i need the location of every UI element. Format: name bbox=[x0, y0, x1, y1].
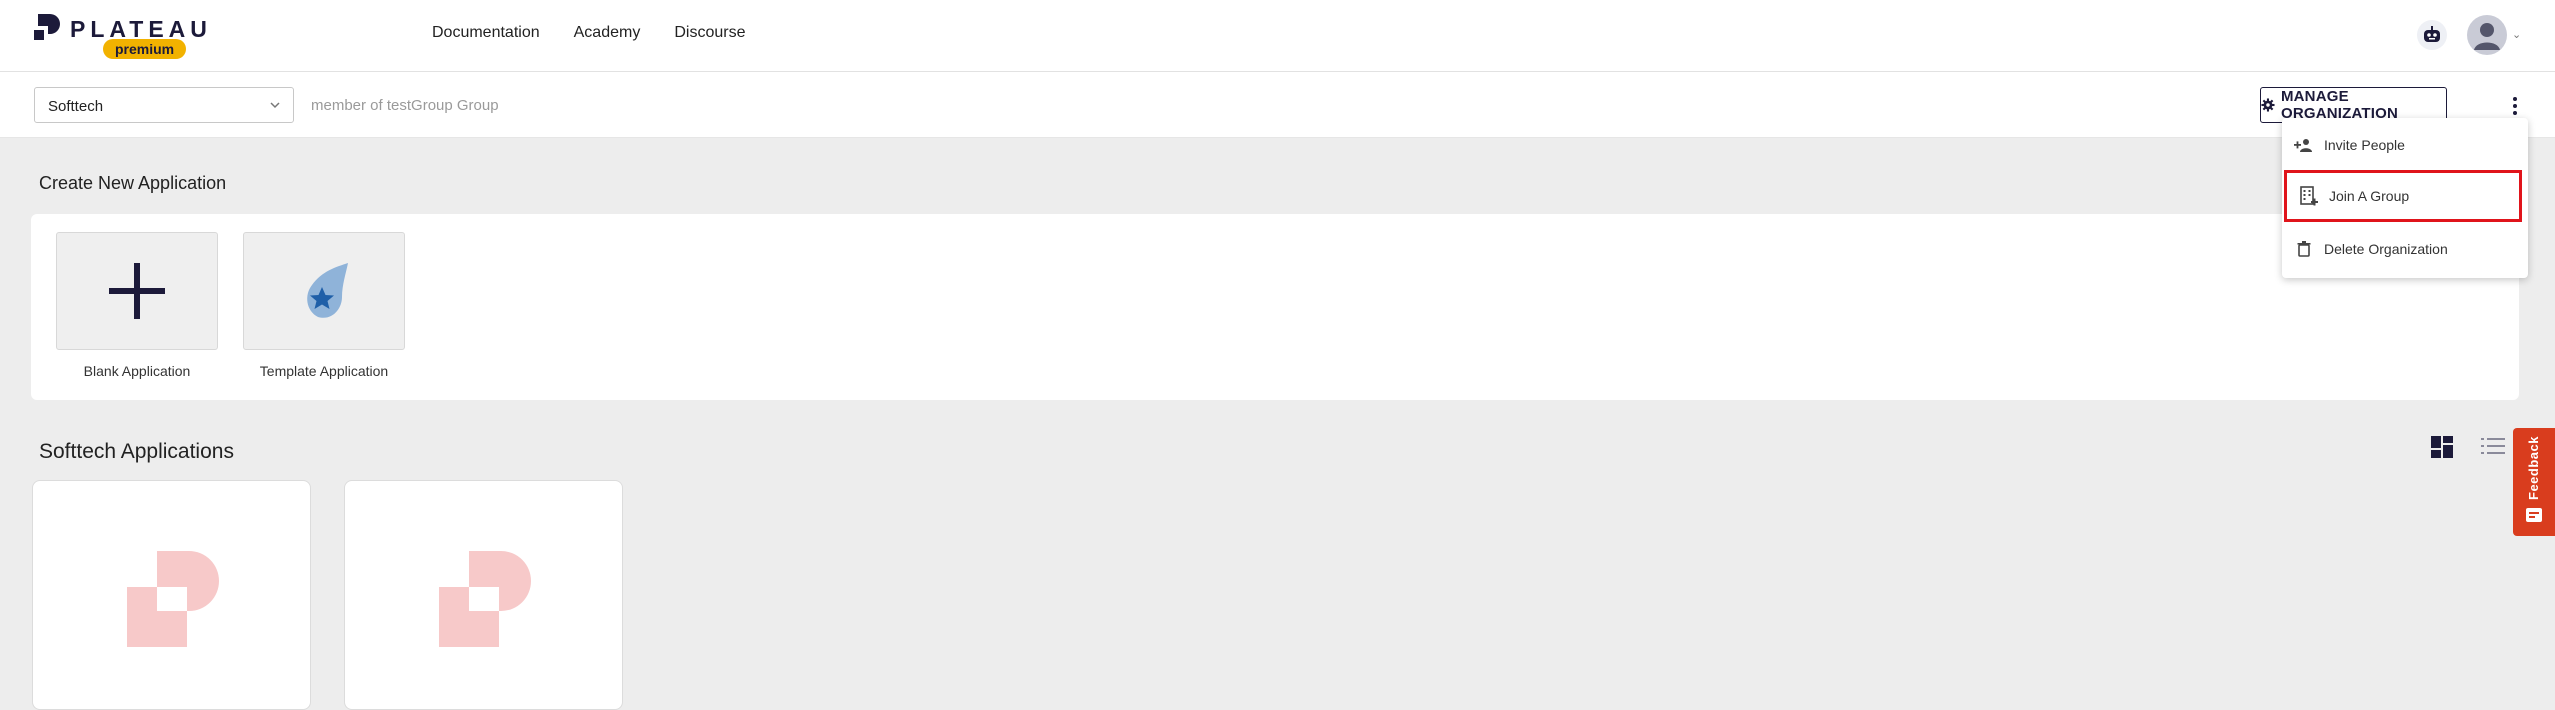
organization-bar: Softtech member of testGroup Group MANAG… bbox=[0, 72, 2555, 138]
list-view-icon[interactable] bbox=[2480, 435, 2506, 457]
robot-icon bbox=[2424, 26, 2440, 42]
plus-icon bbox=[109, 263, 165, 319]
nav-discourse[interactable]: Discourse bbox=[674, 24, 745, 42]
application-card[interactable] bbox=[32, 480, 311, 710]
more-options-icon[interactable] bbox=[2508, 94, 2522, 118]
nav-academy[interactable]: Academy bbox=[574, 24, 641, 42]
premium-badge: premium bbox=[103, 39, 187, 59]
create-section-title: Create New Application bbox=[39, 173, 227, 193]
nav-documentation[interactable]: Documentation bbox=[432, 24, 540, 42]
feedback-tab[interactable]: Feedback bbox=[2513, 428, 2555, 536]
feedback-icon bbox=[2526, 508, 2542, 522]
create-application-panel: Blank Application Template Application bbox=[31, 214, 2519, 400]
membership-text: member of testGroup Group bbox=[311, 97, 499, 114]
organization-select[interactable]: Softtech bbox=[34, 87, 294, 123]
gear-icon bbox=[2261, 98, 2275, 112]
main-nav: Documentation Academy Discourse bbox=[432, 24, 745, 42]
building-add-icon bbox=[2300, 186, 2318, 206]
assistant-bot-button[interactable] bbox=[2417, 20, 2447, 50]
grid-view-icon[interactable] bbox=[2430, 435, 2454, 459]
template-application-tile[interactable] bbox=[243, 232, 405, 350]
trash-icon bbox=[2297, 241, 2311, 257]
add-people-icon bbox=[2294, 139, 2312, 152]
organization-options-menu: Invite People Join A Group Delete Organi… bbox=[2282, 118, 2528, 278]
manage-organization-label: MANAGE ORGANIZATION bbox=[2280, 88, 2399, 122]
applications-section-title: Softtech Applications bbox=[39, 440, 234, 463]
plateau-logo[interactable]: PLATEAU premium bbox=[34, 12, 207, 62]
user-avatar-icon bbox=[2474, 23, 2500, 50]
menu-item-label: Delete Organization bbox=[2324, 241, 2448, 257]
application-logo-icon bbox=[127, 551, 219, 647]
blank-application-tile[interactable] bbox=[56, 232, 218, 350]
menu-item-label: Join A Group bbox=[2329, 188, 2410, 204]
chevron-down-icon bbox=[270, 102, 280, 109]
star-flame-icon bbox=[307, 263, 348, 318]
top-navigation-bar: PLATEAU premium Documentation Academy Di… bbox=[0, 0, 2555, 72]
plateau-logo-mark-icon bbox=[34, 14, 60, 40]
template-application-label: Template Application bbox=[259, 363, 389, 379]
application-card[interactable] bbox=[344, 480, 623, 710]
menu-item-join-group[interactable]: Join A Group bbox=[2284, 170, 2522, 222]
menu-item-delete-organization[interactable]: Delete Organization bbox=[2282, 227, 2528, 271]
application-logo-icon bbox=[439, 551, 531, 647]
menu-item-invite-people[interactable]: Invite People bbox=[2282, 123, 2528, 167]
avatar-chevron-down-icon[interactable]: ⌄ bbox=[2512, 28, 2521, 41]
menu-item-label: Invite People bbox=[2324, 137, 2405, 153]
organization-select-value: Softtech bbox=[48, 98, 104, 115]
user-avatar[interactable] bbox=[2467, 15, 2507, 55]
feedback-label: Feedback bbox=[2526, 436, 2541, 500]
blank-application-label: Blank Application bbox=[83, 363, 191, 379]
